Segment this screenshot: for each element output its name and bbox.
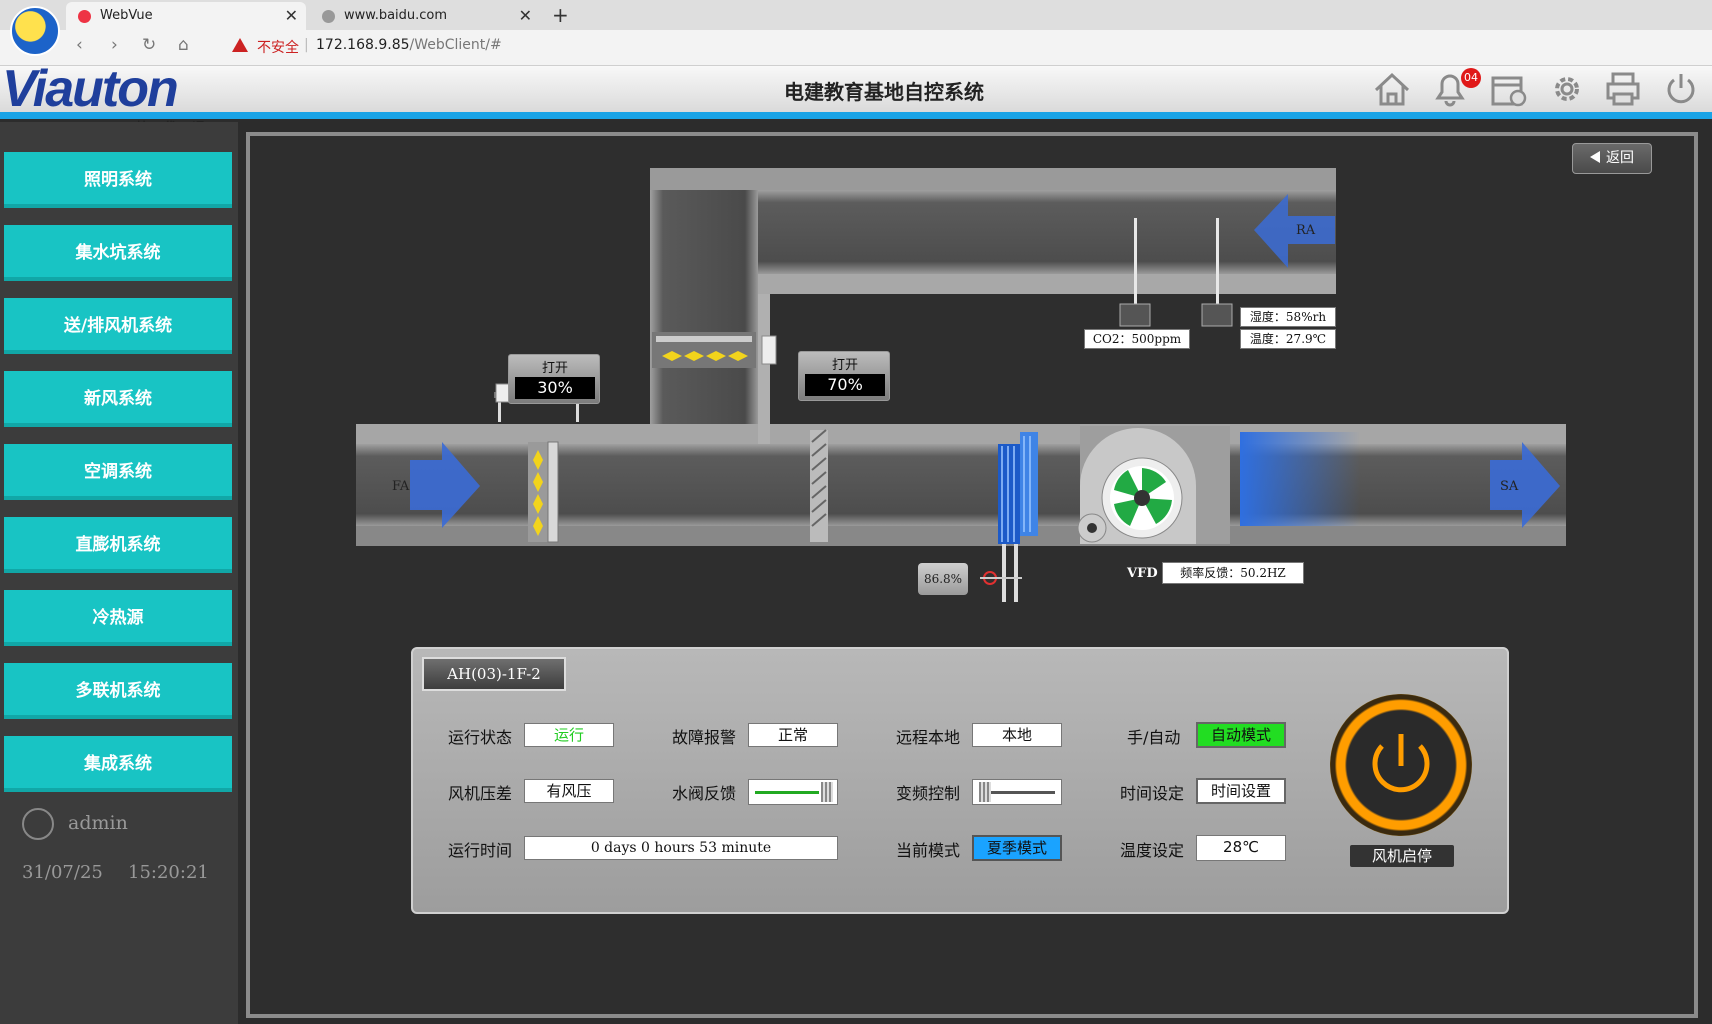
damper-opening: 70% xyxy=(805,374,885,396)
favicon-icon xyxy=(78,10,91,23)
sidebar-item-ac[interactable]: 空调系统 xyxy=(4,444,232,500)
printer-icon[interactable] xyxy=(1604,70,1642,108)
sa-label: SA xyxy=(1500,479,1519,494)
fresh-air-damper-status[interactable]: 打开 30% xyxy=(508,354,600,404)
run-status-value: 运行 xyxy=(524,723,614,747)
mode-label: 当前模式 xyxy=(896,841,961,860)
address-separator: | xyxy=(304,37,309,53)
pressure-value: 有风压 xyxy=(524,779,614,803)
temp-set-value[interactable]: 28℃ xyxy=(1196,835,1286,861)
fault-label: 故障报警 xyxy=(672,728,737,747)
power-icon[interactable] xyxy=(1662,70,1700,108)
address-host: 172.168.9.85 xyxy=(316,37,410,53)
tab-title: www.baidu.com xyxy=(344,8,448,23)
sidebar-item-integration[interactable]: 集成系统 xyxy=(4,736,232,792)
close-tab-icon[interactable]: ✕ xyxy=(285,2,298,30)
globe-icon xyxy=(322,10,335,23)
reload-icon[interactable]: ↻ xyxy=(142,35,156,55)
current-date: 31/07/25 xyxy=(22,862,103,883)
browser-logo-icon xyxy=(10,6,60,56)
ra-label: RA xyxy=(1296,223,1316,238)
damper-state: 打开 xyxy=(831,358,858,373)
sidebar-item-dx[interactable]: 直膨机系统 xyxy=(4,517,232,573)
forward-icon[interactable]: › xyxy=(111,35,118,55)
runtime-label: 运行时间 xyxy=(448,841,513,860)
vfd-label: VFD xyxy=(1127,566,1158,581)
power-symbol-icon xyxy=(1372,734,1430,793)
calendar-icon[interactable] xyxy=(1490,72,1528,108)
sidebar-item-lighting[interactable]: 照明系统 xyxy=(4,152,232,208)
valve-position: 86.8% xyxy=(918,563,968,595)
manual-auto-label: 手/自动 xyxy=(1127,728,1181,747)
remote-local-label: 远程本地 xyxy=(896,728,961,747)
remote-local-value: 本地 xyxy=(972,723,1062,747)
back-icon[interactable]: ‹ xyxy=(76,35,83,55)
fault-value: 正常 xyxy=(748,723,838,747)
browser-chrome: WebVue ✕ www.baidu.com ✕ + ‹ › ↻ ⌂ 不安全 |… xyxy=(0,0,1712,66)
return-air-damper-status[interactable]: 打开 70% xyxy=(798,351,890,401)
valve-feedback-label: 水阀反馈 xyxy=(672,784,737,803)
sidebar-item-fresh-air[interactable]: 新风系统 xyxy=(4,371,232,427)
notification-badge: 04 xyxy=(1461,68,1481,88)
tab-title: WebVue xyxy=(100,8,153,23)
unit-id: AH(03)-1F-2 xyxy=(422,657,566,691)
address-bar[interactable]: 172.168.9.85/WebClient/# xyxy=(316,37,502,53)
valve-feedback-fill xyxy=(755,791,819,794)
temp-set-label: 温度设定 xyxy=(1120,841,1185,860)
fa-label: FA xyxy=(392,479,410,494)
address-path: /WebClient/# xyxy=(409,37,502,53)
slider-handle xyxy=(821,782,833,802)
sidebar-item-fans[interactable]: 送/排风机系统 xyxy=(4,298,232,354)
pressure-label: 风机压差 xyxy=(448,784,513,803)
vfd-control-slider[interactable] xyxy=(972,779,1062,805)
user-name: admin xyxy=(68,812,128,834)
fan-power-label: 风机启停 xyxy=(1350,845,1454,867)
tab-webvue[interactable]: WebVue ✕ xyxy=(66,2,306,30)
damper-opening: 30% xyxy=(515,377,595,399)
fan-power-button[interactable] xyxy=(1330,694,1472,836)
close-tab-icon[interactable]: ✕ xyxy=(519,2,532,30)
security-warning[interactable]: 不安全 xyxy=(257,37,299,57)
valve-feedback-slider xyxy=(748,779,838,805)
time-set-label: 时间设定 xyxy=(1120,784,1185,803)
new-tab-button[interactable]: + xyxy=(552,2,569,28)
tab-baidu[interactable]: www.baidu.com ✕ xyxy=(310,2,540,30)
home-icon[interactable] xyxy=(1372,70,1412,108)
season-mode-toggle[interactable]: 夏季模式 xyxy=(972,835,1062,861)
vfd-control-label: 变频控制 xyxy=(896,784,961,803)
run-status-label: 运行状态 xyxy=(448,728,513,747)
current-time: 15:20:21 xyxy=(128,862,209,883)
humidity-readout: 湿度：58%rh xyxy=(1240,307,1336,327)
manual-auto-toggle[interactable]: 自动模式 xyxy=(1196,722,1286,748)
runtime-value: 0 days 0 hours 53 minute xyxy=(524,836,838,860)
time-setting-button[interactable]: 时间设置 xyxy=(1196,778,1286,804)
back-label: 返回 xyxy=(1606,150,1634,166)
frequency-feedback: 频率反馈：50.2HZ xyxy=(1162,562,1304,584)
damper-state: 打开 xyxy=(541,361,568,376)
sidebar-item-sump[interactable]: 集水坑系统 xyxy=(4,225,232,281)
user-icon xyxy=(22,808,54,840)
gear-icon[interactable] xyxy=(1548,70,1586,108)
home-nav-icon[interactable]: ⌂ xyxy=(178,35,189,55)
warning-icon xyxy=(232,38,248,52)
co2-readout: CO2：500ppm xyxy=(1084,329,1190,349)
sidebar-item-vrf[interactable]: 多联机系统 xyxy=(4,663,232,719)
back-button[interactable]: 返回 xyxy=(1572,143,1652,174)
slider-handle[interactable] xyxy=(979,782,991,802)
header-accent-line xyxy=(0,112,1712,119)
temperature-readout: 温度：27.9℃ xyxy=(1240,329,1336,349)
sidebar-item-plant[interactable]: 冷热源 xyxy=(4,590,232,646)
sidebar: 照明系统 集水坑系统 送/排风机系统 新风系统 空调系统 直膨机系统 冷热源 多… xyxy=(0,122,238,1024)
